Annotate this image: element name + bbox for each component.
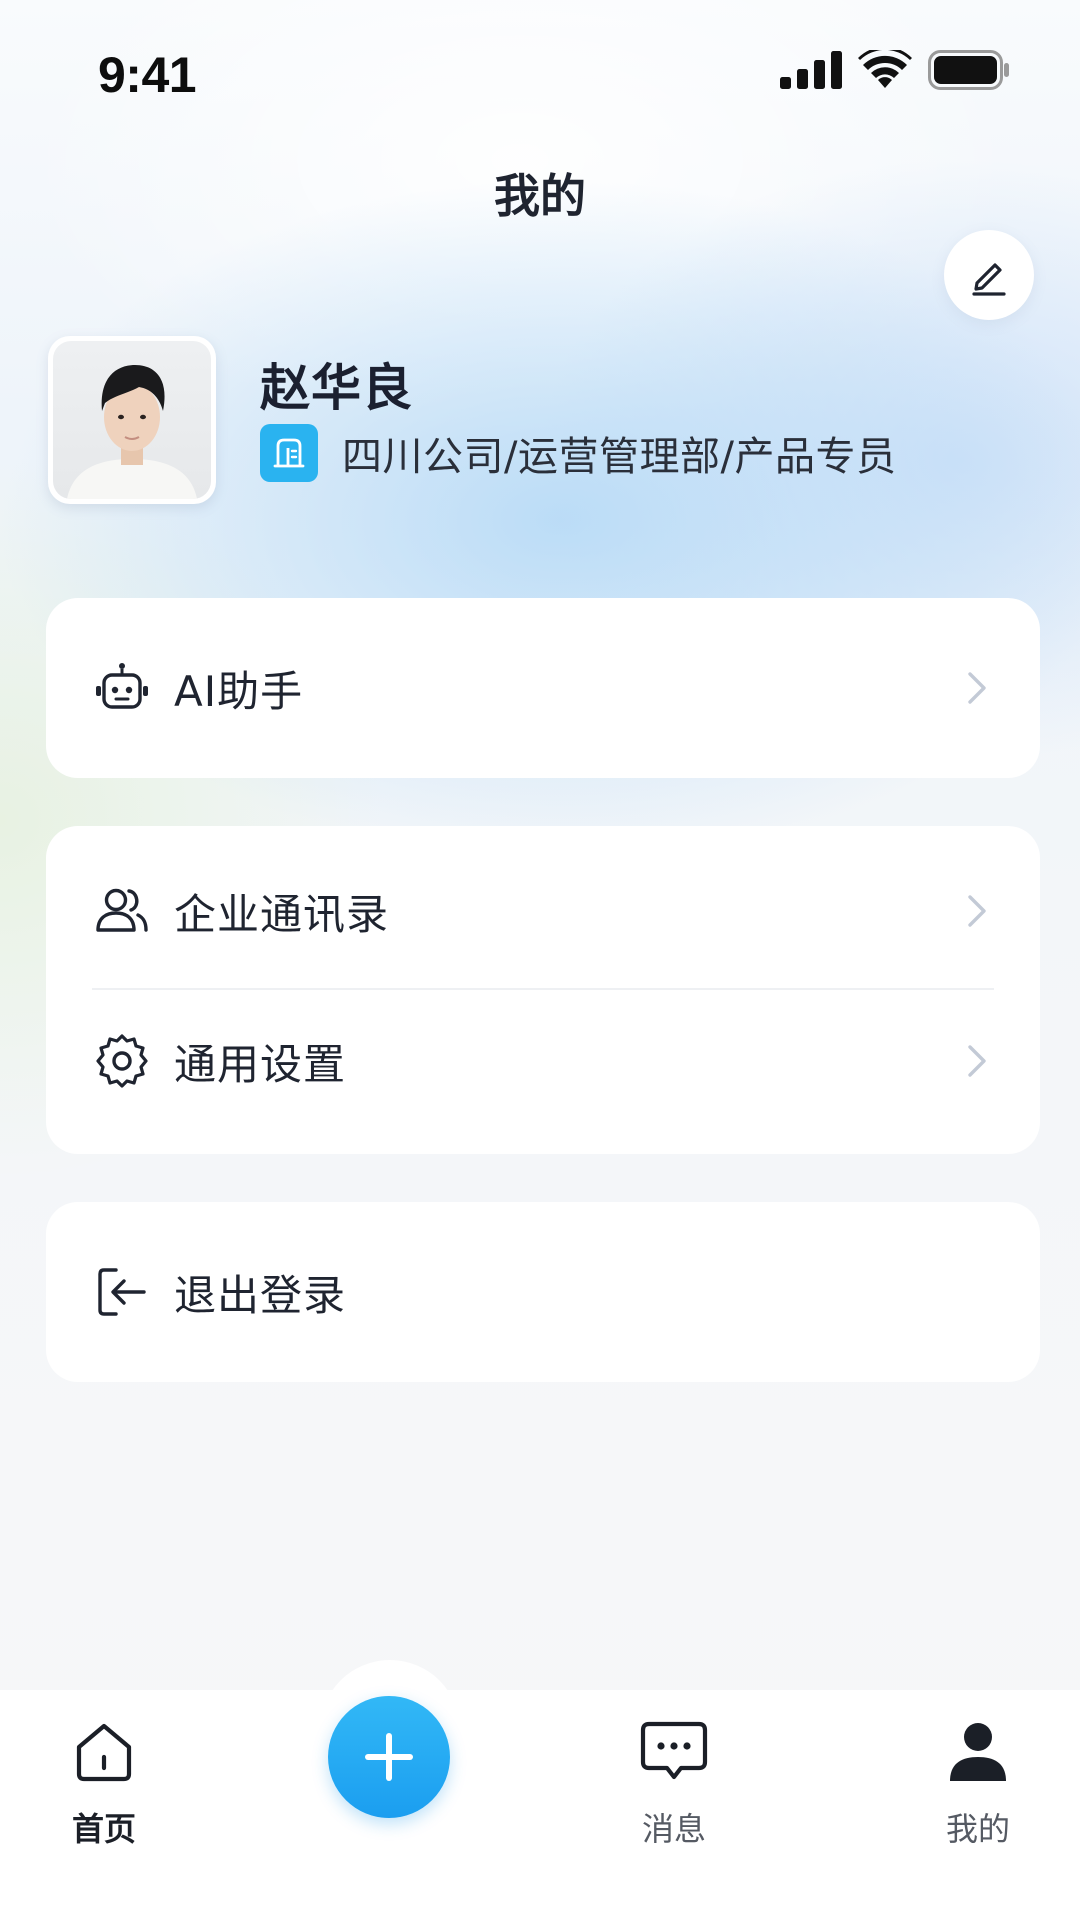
menu-item-label: AI助手 [174, 666, 304, 716]
nav-label: 我的 [945, 1810, 1010, 1848]
menu-item-label: 退出登录 [174, 1270, 347, 1320]
chevron-right-icon [968, 672, 986, 704]
avatar-photo [53, 341, 211, 499]
add-button[interactable] [328, 1696, 450, 1818]
edit-profile-button[interactable] [944, 230, 1034, 320]
chevron-right-icon [968, 895, 986, 927]
avatar[interactable] [48, 336, 216, 504]
nav-mine[interactable]: 我的 [908, 1712, 1048, 1850]
battery-icon [928, 50, 1009, 90]
user-icon [938, 1712, 1018, 1792]
menu-item-settings[interactable]: 通用设置 [46, 986, 1040, 1136]
nav-label: 首页 [71, 1810, 136, 1848]
status-icons [780, 50, 1010, 90]
user-name: 赵华良 [260, 359, 413, 417]
menu-item-ai-assistant[interactable]: AI助手 [46, 613, 1040, 763]
menu-item-logout[interactable]: 退出登录 [46, 1217, 1040, 1367]
users-icon [92, 881, 152, 941]
robot-icon [92, 658, 152, 718]
menu-item-label: 企业通讯录 [174, 889, 390, 939]
logout-card: 退出登录 [46, 1202, 1040, 1382]
logout-icon [92, 1262, 152, 1322]
nav-label: 消息 [641, 1810, 706, 1848]
plus-icon [365, 1733, 413, 1781]
wifi-icon [858, 50, 912, 88]
page-title: 我的 [494, 169, 586, 223]
organization-row: 四川公司/运营管理部/产品专员 [260, 424, 896, 482]
pencil-icon [972, 263, 1006, 296]
settings-card: 企业通讯录 通用设置 [46, 826, 1040, 1154]
status-time: 9:41 [98, 47, 197, 103]
gear-icon [92, 1031, 152, 1091]
menu-item-label: 通用设置 [174, 1039, 347, 1089]
ai-assistant-card: AI助手 [46, 598, 1040, 778]
organization-path: 四川公司/运营管理部/产品专员 [342, 434, 897, 480]
chevron-right-icon [968, 1045, 986, 1077]
cellular-signal-icon [780, 51, 842, 89]
nav-home[interactable]: 首页 [34, 1712, 174, 1850]
building-icon [260, 424, 318, 482]
chat-icon [634, 1712, 714, 1792]
menu-item-contacts[interactable]: 企业通讯录 [46, 836, 1040, 986]
home-icon [64, 1712, 144, 1792]
nav-messages[interactable]: 消息 [604, 1712, 744, 1850]
status-bar: 9:41 [0, 0, 1080, 150]
